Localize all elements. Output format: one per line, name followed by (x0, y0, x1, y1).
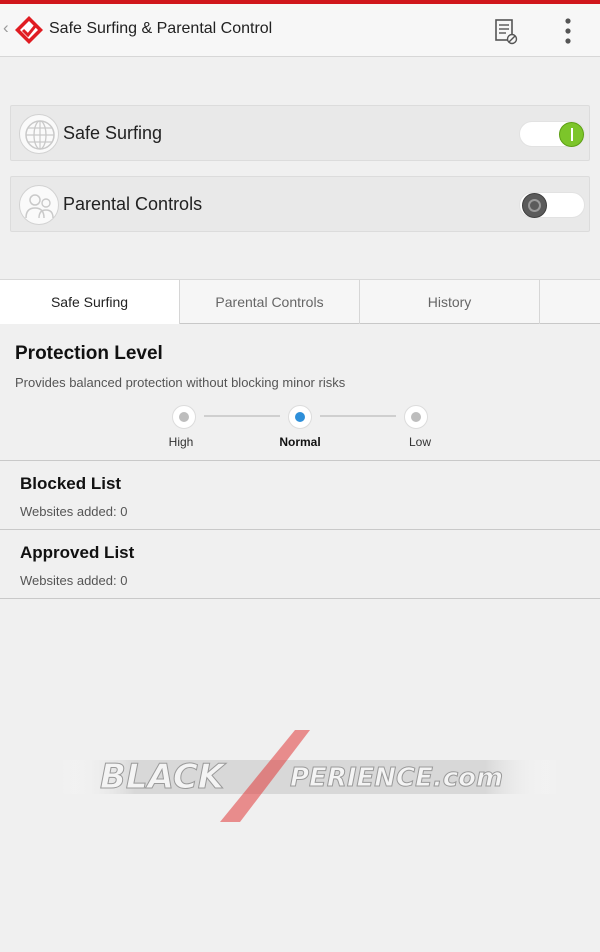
blocked-list-title[interactable]: Blocked List (20, 474, 121, 494)
report-icon[interactable] (493, 17, 519, 45)
overflow-menu-icon[interactable] (554, 15, 582, 47)
approved-list-count: Websites added: 0 (20, 573, 128, 588)
back-chevron-icon[interactable]: ‹ (3, 18, 9, 38)
app-title: Safe Surfing & Parental Control (49, 20, 273, 37)
divider (0, 598, 600, 599)
blocked-list-count: Websites added: 0 (20, 504, 128, 519)
tab-safe-surfing[interactable]: Safe Surfing (0, 280, 180, 324)
tab-history[interactable]: History (360, 280, 540, 324)
level-high-label: High (168, 435, 194, 449)
safe-surfing-toggle[interactable] (519, 121, 585, 147)
divider (0, 529, 600, 530)
protection-level-description: Provides balanced protection without blo… (15, 375, 346, 390)
level-connector (204, 415, 280, 417)
approved-list-title[interactable]: Approved List (20, 543, 134, 563)
divider (0, 460, 600, 461)
toggle-knob-off (522, 193, 547, 218)
tab-bar: Safe Surfing Parental Controls History (0, 279, 600, 324)
safe-surfing-card[interactable]: Safe Surfing (10, 105, 590, 161)
app-logo-icon[interactable] (13, 14, 45, 46)
safe-surfing-label: Safe Surfing (63, 123, 163, 143)
level-low-label: Low (408, 435, 431, 449)
level-normal-label: Normal (279, 435, 321, 449)
watermark-logo: BLACK PERIENCE.com (60, 730, 560, 822)
svg-text:BLACK: BLACK (100, 757, 227, 797)
level-low-radio[interactable] (404, 405, 428, 429)
level-normal-radio[interactable] (288, 405, 312, 429)
svg-text:PERIENCE.com: PERIENCE.com (290, 763, 503, 793)
parental-controls-label: Parental Controls (63, 194, 203, 214)
protection-level-title: Protection Level (15, 343, 163, 364)
level-high-radio[interactable] (172, 405, 196, 429)
toggle-knob-on (559, 122, 584, 147)
parental-controls-card[interactable]: Parental Controls (10, 176, 590, 232)
tab-parental-controls[interactable]: Parental Controls (180, 280, 360, 324)
family-icon (19, 185, 59, 225)
level-connector (320, 415, 396, 417)
parental-controls-toggle[interactable] (519, 192, 585, 218)
globe-icon (19, 114, 59, 154)
action-bar: ‹ Safe Surfing & Parental Control (0, 4, 600, 57)
